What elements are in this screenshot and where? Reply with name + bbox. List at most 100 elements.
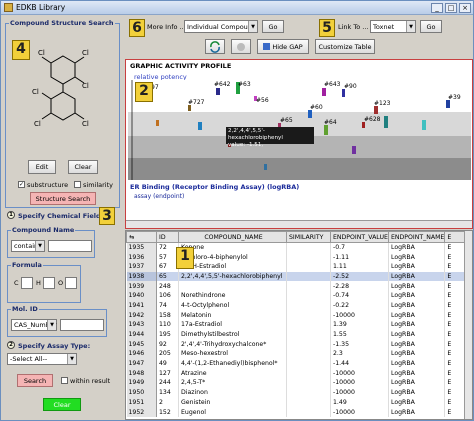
table-cell: -0.7 [330,242,389,253]
table-row[interactable]: 1945 92 2',4',4'-Trihydroxychalcone* -1.35 L… [126,339,468,350]
point-label: #63 [238,81,251,88]
table-row[interactable]: 1938 65 2,2',4,4',5,5'-hexachlorobiphenyl -… [126,271,468,282]
table-cell: Dimethylstilbestrol [178,329,287,340]
substructure-checkbox[interactable]: ✓ [18,181,25,188]
table-row[interactable]: 1950 134 Diazinon -10000 LogRBA E [126,387,468,398]
more-info-go-button[interactable]: Go [262,20,284,33]
table-cell: -10000 [330,378,389,388]
table-cell: LogRBA [388,378,446,388]
column-header[interactable]: ENDPOINT_NAME [387,231,446,243]
more-info-select[interactable]: Individual Compound ▼ [184,20,258,33]
structure-search-button[interactable]: Structure Search [30,192,96,205]
formula-h-input[interactable] [43,277,55,289]
table-cell: 1.39 [330,320,389,330]
table-cell: LogRBA [388,300,446,311]
table-row[interactable]: 1951 2 Genistein 1.49 LogRBA E [126,397,468,408]
row-number: 1942 [126,310,157,320]
column-header[interactable]: COMPOUND_NAME [178,231,287,243]
window-title: EDKB Library [16,3,66,12]
search-button[interactable]: Search [17,374,53,387]
table-cell [286,368,331,379]
point-tooltip: 2,2',4,4',5,5'-hexachlorobiphenyl value:… [226,127,314,148]
table-row[interactable]: 1947 49 4,4'-(1,2-Ethanediyl)bisphenol* -1.… [126,358,468,369]
maximize-button[interactable]: □ [445,3,457,13]
edit-button[interactable]: Edit [28,160,56,174]
table-cell [286,281,331,291]
column-header[interactable]: ID [156,231,179,243]
table-cell: LogRBA [388,310,446,320]
table-cell [286,397,331,408]
link-to-select[interactable]: Toxnet ▼ [370,20,416,33]
table-cell: LogRBA [388,252,446,262]
formula-c-input[interactable] [21,277,33,289]
compound-name-title: Compound Name [11,226,76,234]
table-cell: -1.35 [330,339,389,350]
table-row[interactable]: 1952 152 Eugenol -10000 LogRBA E [126,407,468,417]
table-cell: Kepone [178,242,287,253]
point-label: #90 [344,83,357,90]
table-row[interactable]: 1942 158 Melatonin -10000 LogRBA E [126,310,468,320]
assay-type-select[interactable]: -Select All-- ▼ [7,353,77,365]
similarity-label: similarity [83,181,113,189]
table-row[interactable]: 1941 74 4-t-Octylphenol -0.22 LogRBA E [126,300,468,311]
atom-label: Cl [32,88,39,96]
table-cell: 158 [156,310,179,320]
within-result-checkbox[interactable] [61,377,68,384]
table-cell: Melatonin [178,310,287,320]
row-number: 1937 [126,261,157,272]
badge-6: 6 [129,19,145,37]
table-cell: LogRBA [388,271,446,282]
substructure-label: substructure [27,181,69,189]
column-header[interactable]: ENDPOINT_VALUE [330,231,389,243]
stop-icon [237,42,245,51]
table-row[interactable]: 1943 110 17a-Estradiol 1.39 LogRBA E [126,320,468,330]
clear-all-button[interactable]: Clear [43,398,81,411]
refresh-button[interactable] [205,39,225,54]
formula-o-input[interactable] [65,277,77,289]
link-go-button[interactable]: Go [420,20,442,33]
mol-id-input[interactable] [60,319,104,331]
stop-button[interactable] [231,39,251,54]
row-number: 1939 [126,281,157,291]
table-cell: 4-OH-Estradiol [178,261,287,272]
minimize-button[interactable]: _ [431,3,443,13]
table-cell: 127 [156,368,179,379]
graph-title: GRAPHIC ACTIVITY PROFILE [130,62,232,70]
close-button[interactable]: × [459,3,471,13]
table-cell [286,349,331,359]
table-cell: 2',4',4'-Trihydroxychalcone* [178,339,287,350]
similarity-checkbox[interactable] [74,181,81,188]
table-cell: 205 [156,349,179,359]
hide-gap-button[interactable]: Hide GAP [257,39,309,54]
table-cell: LogRBA [388,339,446,350]
table-cell [286,310,331,320]
point-label: #643 [324,81,341,88]
within-result-label: within result [70,377,111,385]
clear-structure-button[interactable]: Clear [68,160,98,174]
customize-table-button[interactable]: Customize Table [315,39,375,54]
table-cell: LogRBA [388,358,446,369]
table-cell: 2,2',4,4',5,5'-hexachlorobiphenyl [178,271,287,282]
point-label: #727 [188,99,205,106]
table-row[interactable]: 1949 244 2,4,5-T* -10000 LogRBA E [126,378,468,388]
table-row[interactable]: 1946 205 Meso-hexestrol 2.3 LogRBA E [126,349,468,359]
table-row[interactable]: 1939 248 -2.28 LogRBA E [126,281,468,291]
table-cell: 134 [156,387,179,398]
table-cell: Eugenol [178,407,287,417]
badge-2: 2 [135,82,153,102]
table-row[interactable]: 1940 106 Norethindrone -0.74 LogRBA E [126,290,468,301]
graph-scrollbar[interactable] [126,220,472,228]
table-cell: -0.22 [330,300,389,311]
left-panel: Compound Structure Search 4 Cl Cl Cl Cl … [3,17,123,420]
results-table-panel: ⇆ ID COMPOUND_NAME SIMILARITY ENDPOINT_V… [125,230,473,420]
corner-header[interactable]: ⇆ [126,231,157,243]
table-scrollbar[interactable] [464,231,472,419]
compound-name-input[interactable] [48,240,92,252]
table-row[interactable]: 1944 195 Dimethylstilbestrol 1.55 LogRBA E [126,329,468,340]
compound-name-operator-select[interactable]: contains ▼ [11,240,45,252]
mol-id-field-select[interactable]: CAS_Number ▼ [11,319,57,331]
structure-drawing[interactable]: Cl Cl Cl Cl Cl Cl [28,42,98,134]
table-row[interactable]: 1948 127 Atrazine -10000 LogRBA E [126,368,468,379]
structure-search-group: Compound Structure Search 4 Cl Cl Cl Cl … [5,19,120,208]
column-header[interactable]: SIMILARITY [286,231,331,243]
